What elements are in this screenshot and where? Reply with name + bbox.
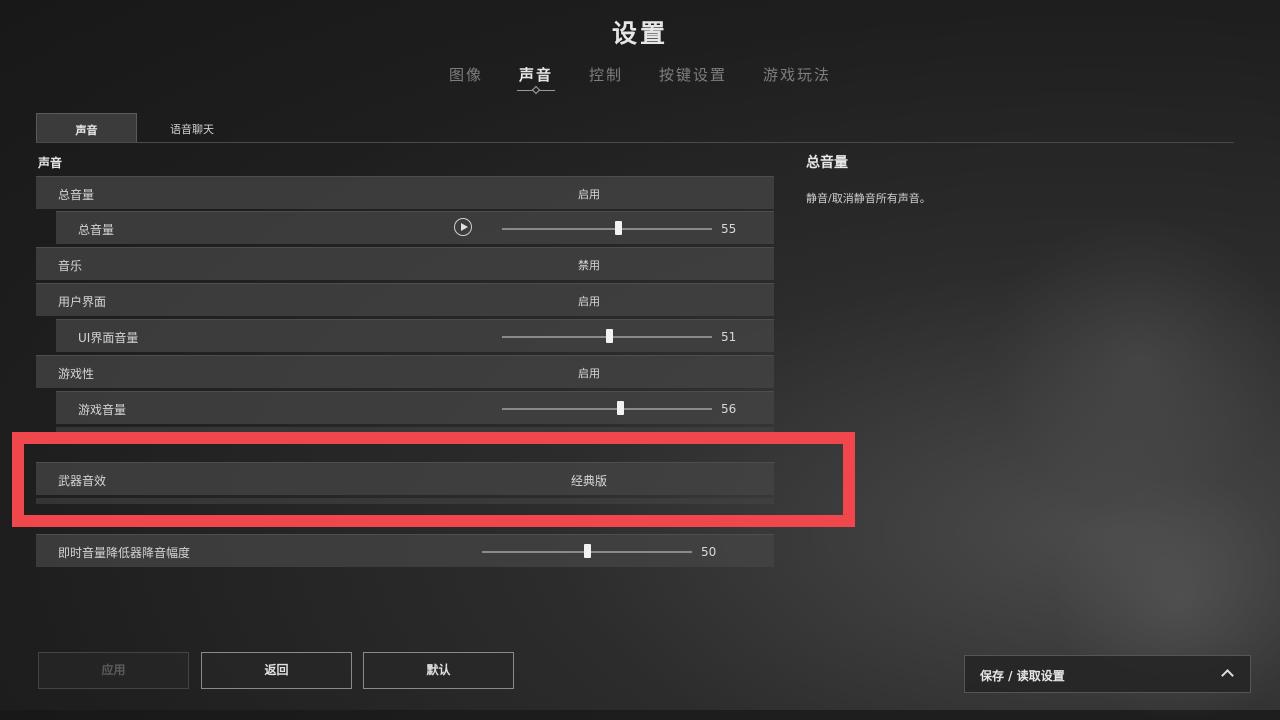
subtab-voice-chat[interactable]: 语音聊天 [152, 113, 232, 142]
row-label: 即时音量降低器降音幅度 [58, 546, 191, 560]
ui-volume-slider-row: UI界面音量 51 [56, 319, 774, 352]
master-volume-slider[interactable] [502, 221, 712, 235]
slider-value: 51 [721, 330, 737, 344]
section-title: 声音 [38, 156, 63, 170]
chevron-up-icon[interactable] [1221, 669, 1234, 682]
top-tab-bar: 图像 声音 控制 按键设置 游戏玩法 [0, 64, 1280, 91]
row-label: 游戏性 [58, 367, 95, 381]
row-label: 用户界面 [58, 295, 107, 309]
row-value[interactable]: 启用 [571, 186, 607, 202]
ui-toggle-row[interactable]: 用户界面 启用 [36, 283, 774, 316]
play-icon[interactable] [454, 218, 472, 236]
gameplay-toggle-row[interactable]: 游戏性 启用 [36, 355, 774, 388]
slider-handle[interactable] [616, 401, 624, 415]
tab-controls[interactable]: 控制 [587, 64, 625, 85]
row-label: 总音量 [78, 223, 115, 237]
music-toggle-row[interactable]: 音乐 禁用 [36, 247, 774, 280]
save-load-label: 保存 / 读取设置 [980, 669, 1065, 683]
subtab-sound[interactable]: 声音 [36, 113, 137, 142]
highlight-box [12, 432, 855, 527]
master-volume-slider-row: 总音量 55 [56, 211, 774, 244]
sub-tab-bar: 声音 语音聊天 [36, 113, 1234, 143]
description-title: 总音量 [806, 155, 848, 171]
slider-handle[interactable] [606, 329, 614, 343]
slider-value: 55 [721, 222, 737, 236]
slider-handle[interactable] [614, 221, 622, 235]
ui-volume-slider[interactable] [502, 329, 712, 343]
tab-keybindings[interactable]: 按键设置 [657, 64, 729, 85]
master-volume-toggle-row[interactable]: 总音量 启用 [36, 176, 774, 209]
row-label: UI界面音量 [78, 331, 139, 345]
save-load-settings-bar[interactable]: 保存 / 读取设置 [964, 655, 1251, 693]
slider-value: 50 [701, 545, 717, 559]
ducking-slider-row: 即时音量降低器降音幅度 50 [36, 534, 774, 567]
row-value[interactable]: 禁用 [571, 257, 607, 273]
description-text: 静音/取消静音所有声音。 [806, 192, 931, 205]
row-label: 总音量 [58, 188, 95, 202]
ducking-slider[interactable] [482, 544, 692, 558]
row-label: 音乐 [58, 259, 83, 273]
row-value[interactable]: 启用 [571, 293, 607, 309]
tab-gameplay[interactable]: 游戏玩法 [761, 64, 833, 85]
game-volume-slider[interactable] [502, 401, 712, 415]
row-label: 游戏音量 [78, 403, 127, 417]
slider-value: 56 [721, 402, 737, 416]
tab-graphics[interactable]: 图像 [447, 64, 485, 85]
apply-button[interactable]: 应用 [38, 652, 189, 689]
default-button[interactable]: 默认 [363, 652, 514, 689]
back-button[interactable]: 返回 [201, 652, 352, 689]
game-volume-slider-row: 游戏音量 56 [56, 391, 774, 424]
page-title: 设置 [611, 19, 668, 48]
row-value[interactable]: 启用 [571, 365, 607, 381]
slider-handle[interactable] [584, 544, 591, 558]
tab-sound[interactable]: 声音 [516, 64, 555, 91]
